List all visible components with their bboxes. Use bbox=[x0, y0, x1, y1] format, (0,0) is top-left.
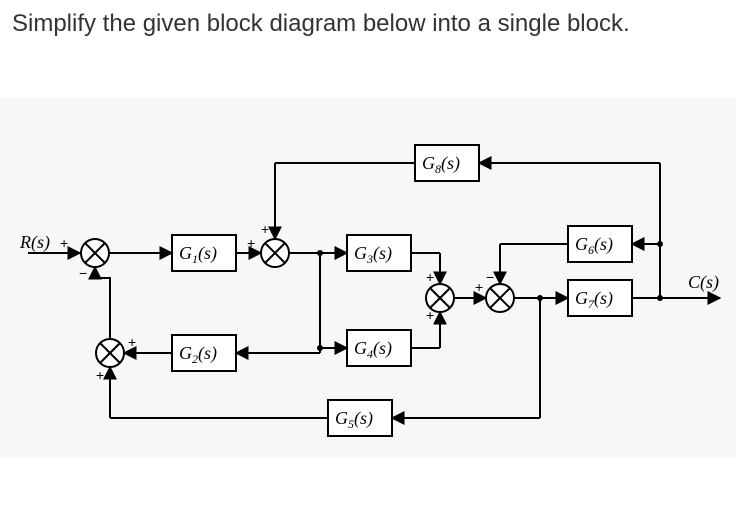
input-label: R(s) bbox=[19, 232, 50, 253]
sign-plus-s3-top: + bbox=[426, 269, 434, 285]
summing-junction-2 bbox=[261, 239, 289, 267]
block-g3-label: G3(s) bbox=[354, 243, 392, 266]
block-g4-label: G4(s) bbox=[354, 338, 392, 361]
block-g2-label: G2(s) bbox=[179, 343, 217, 366]
sign-plus-s5-right: + bbox=[128, 334, 136, 350]
wire-s5-s1 bbox=[95, 267, 110, 339]
sign-minus-s1-bottom: − bbox=[79, 265, 87, 281]
sign-plus-s5-bottom: + bbox=[96, 367, 104, 383]
sign-minus-s4-top: − bbox=[486, 269, 494, 285]
block-g5-label: G5(s) bbox=[335, 408, 373, 431]
summing-junction-4 bbox=[486, 284, 514, 312]
sign-plus-s2-left: + bbox=[247, 235, 255, 251]
block-g7-label: G7(s) bbox=[575, 288, 613, 311]
summing-junction-5 bbox=[96, 339, 124, 367]
output-label: C(s) bbox=[688, 272, 719, 293]
block-g6-label: G6(s) bbox=[575, 234, 613, 257]
diagram-svg: R(s) + G1(s) + bbox=[0, 98, 736, 458]
block-diagram: R(s) + G1(s) + bbox=[0, 98, 736, 458]
sign-plus-s4-left: + bbox=[475, 279, 483, 295]
block-g8-label: G8(s) bbox=[422, 153, 460, 176]
sign-plus-rs: + bbox=[60, 235, 68, 251]
sign-plus-s3-bottom: + bbox=[426, 307, 434, 323]
sign-plus-s2-top: + bbox=[261, 221, 269, 237]
page: Simplify the given block diagram below i… bbox=[0, 0, 736, 523]
block-g1-label: G1(s) bbox=[179, 243, 217, 266]
summing-junction-1 bbox=[81, 239, 109, 267]
question-text: Simplify the given block diagram below i… bbox=[0, 0, 736, 52]
